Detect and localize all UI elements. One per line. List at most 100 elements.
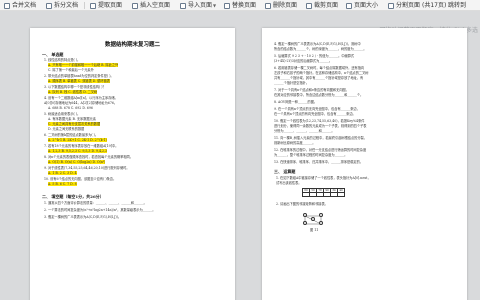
highlighted-text: A. 1,2,3 B. 9,5,2,3 C. 9,5,3 D. 9,4,2,3 bbox=[48, 149, 108, 153]
text-line: 为______，整个堆排序过程的时间复杂度为______。 bbox=[274, 153, 348, 157]
graph-figure bbox=[302, 212, 324, 226]
text-line: (3+4X)-2Y/3对应的后缀算式为______。 bbox=[274, 59, 333, 63]
text-line: 8. 对n个元素的表做顺序查找时，若查找每个元素的概率相同。 bbox=[44, 155, 133, 159]
text-line: 9. 在一个具有n个顶点的无向完全图中，包含有______条边， bbox=[274, 107, 360, 111]
graph-node bbox=[319, 221, 323, 225]
toolbar-divider bbox=[84, 2, 85, 9]
text-line: 11. 向一棵B_树插入元素的过程中，若最终引起树根结点的分裂， bbox=[274, 136, 367, 140]
text-line: 6. 若用链表存储一棵二叉树时，每个结点除数据域外，还有指向 bbox=[274, 66, 365, 70]
page-thumbnails-canvas[interactable]: 可拖动调整页面顺序，按住 Ctrl 多选 数据结构期末复习题二 一、 单选题 1… bbox=[0, 11, 480, 300]
page-size-icon bbox=[346, 2, 352, 9]
text-line: 在一个具有n个顶点的有向完全图中，包含有______条边。 bbox=[274, 112, 356, 116]
goto-page-button[interactable]: 跳转到 bbox=[448, 1, 466, 10]
page-toolbar: 合并文档 拆分文档 提取页面 插入空页面 导入页面 ▼ 替换页面 删除页面 裁剪… bbox=[0, 0, 480, 11]
text-line: 9. 对于线性表(7,34,55,25,64,46,20,10)进行散列存储时。 bbox=[44, 166, 130, 170]
text-line: 1. 通常从四个方面评价算法的质量：______、______、______和_… bbox=[44, 201, 147, 205]
text-line: C. 除了第一个和最后一个元素外 bbox=[48, 68, 94, 72]
section-heading: 二、 填空题（每空1分，共26分） bbox=[42, 194, 104, 199]
extract-icon bbox=[90, 2, 96, 9]
text-line: 2. 请画出下图的邻接矩阵和邻接表。 bbox=[276, 202, 328, 206]
crop-icon bbox=[306, 2, 312, 9]
page-count: (共17页) bbox=[422, 2, 447, 9]
text-line: 13. 在快速排序、堆排序、归并排序中，______排序是稳定的。 bbox=[274, 160, 363, 164]
table-cell bbox=[309, 192, 317, 197]
extract-pages-button[interactable]: 提取页面 bbox=[90, 1, 122, 10]
text-line: D. 元素之间无联系的数据 bbox=[48, 127, 85, 131]
split-document-button[interactable]: 拆分文档 bbox=[46, 1, 78, 10]
text-line: 10. 假定一个线性表为(12,23,74,55,63,40)，若按Key%4条… bbox=[274, 119, 365, 123]
insert-blank-page-button[interactable]: 插入空页面 bbox=[132, 1, 170, 10]
text-line: 分别为______、______、______和______。 bbox=[274, 129, 335, 133]
split-page-button[interactable]: 分割页面 bbox=[388, 1, 420, 10]
highlighted-text: A. 5 B. 6 C. 7 D. 8 bbox=[48, 182, 77, 186]
text-line: A. 顺序表 B. 单链表 C. 双链表 D. 循环链表 bbox=[48, 79, 110, 83]
highlighted-text: A. 1 B. 2 C. 3 D. 4 bbox=[48, 171, 77, 175]
table-cell bbox=[316, 192, 324, 197]
text-line: A. 688 B. 678 C. 692 D. 696 bbox=[48, 106, 93, 110]
text-line: 试写出该线性表。 bbox=[276, 181, 302, 185]
text-line: A. 有序数据元素 B. 无序数据元素 bbox=[48, 117, 96, 121]
split-icon bbox=[46, 2, 52, 9]
text-line: 1. 线性结构的特点是( )。 bbox=[44, 58, 81, 62]
import-icon bbox=[180, 2, 186, 9]
graph-node bbox=[303, 221, 307, 225]
page-thumbnail-1[interactable]: 数据结构期末复习题二 一、 单选题 1. 线性结构的特点是( )。 A. 只有唯… bbox=[30, 28, 235, 300]
import-page-dropdown[interactable]: 导入页面 ▼ bbox=[180, 1, 216, 10]
text-line: A. 队列 B. 栈 C. 线性表 D. 二叉树 bbox=[48, 90, 98, 94]
merge-icon bbox=[4, 2, 10, 9]
highlighted-text: A. 队列 B. 栈 C. 线性表 D. 二叉树 bbox=[48, 90, 98, 94]
replace-page-button[interactable]: 替换页面 bbox=[224, 1, 256, 10]
text-line: 5. 后缀算式 9 2 3 + - 10 2 / - 的值为______。中缀算… bbox=[274, 54, 355, 58]
text-line: 3. 以下数据结构中哪一个是非线性结构( )？ bbox=[44, 85, 106, 89]
chevron-down-icon: ▼ bbox=[213, 3, 217, 8]
text-line: 4. 假定一棵树的广义表表示为A(C,D(E,F,G),H(I,J))，则树中 bbox=[274, 42, 361, 46]
crop-page-button[interactable]: 裁剪页面 bbox=[306, 1, 338, 10]
text-line: 8. AOV网是一种______的图。 bbox=[274, 100, 318, 104]
text-line: 2. 带头结点的单链表head为空的判定条件是( )。 bbox=[44, 74, 114, 78]
text-line: C. 元素之间具有分支层次关系的数据 bbox=[48, 122, 101, 126]
text-line: 4. 设有一个二维数组A[m][n]，以行序为主序存储。 bbox=[44, 96, 118, 100]
text-line: 在其对应的邻接表中，所含边结点数分别为______和______个。 bbox=[274, 93, 364, 97]
replace-icon bbox=[224, 2, 230, 9]
text-line: 7. 若有18个元素的有序表存放在一维数组A[19]中。 bbox=[44, 144, 119, 148]
text-line: A. 只有唯一一个前驱和唯一一个后继 B. 除此之外 bbox=[48, 63, 119, 67]
text-line: 2. 一个算法的时间复杂度为(n³+n²log2n+14n)/n²，其数量级表示… bbox=[44, 208, 156, 212]
text-line: 3. 假定一棵树的广义表表示为A(C,D(E,F,G),H(I,J))。 bbox=[44, 215, 122, 219]
text-line: 12. 在堆排序的过程中，对任一分支结点进行筛运算的时间复杂度 bbox=[274, 148, 367, 152]
page-thumbnail-2[interactable]: 4. 假定一棵树的广义表表示为A(C,D(E,F,G),H(I,J))，则树中 … bbox=[262, 28, 467, 300]
page-size-button[interactable]: 页面大小 bbox=[346, 1, 378, 10]
data-table: 60 50 78 90 34 40 bbox=[302, 188, 345, 197]
table-cell bbox=[337, 192, 345, 197]
graph-node bbox=[319, 213, 323, 217]
text-line: 进行划分，使得同一余数的元素成为一个子表，则得到的四个子表 bbox=[274, 124, 367, 128]
highlighted-text: A. 只有唯一一个前驱和唯一一个后继 B. 除此之外 bbox=[48, 63, 119, 67]
text-line: 共有______个指针域，其中有______个指针域是存放了地址，有 bbox=[274, 76, 364, 80]
graph-node bbox=[311, 217, 315, 221]
text-line: 所含的结点数为______个，树的深度为______，树的度为______。 bbox=[274, 47, 367, 51]
delete-page-button[interactable]: 删除页面 bbox=[265, 1, 297, 10]
text-line: A. 5 B. 6 C. 7 D. 8 bbox=[48, 182, 77, 186]
section-heading: 三、 运算题 bbox=[274, 169, 296, 174]
text-line: A. O(1) B. O(n) C. O(log2n) D. O(n²) bbox=[48, 160, 106, 164]
highlighted-text: A. O(1) B. O(n) C. O(log2n) D. O(n²) bbox=[48, 160, 106, 164]
text-line: ______个指针是空指针。 bbox=[274, 81, 310, 85]
page-title: 数据结构期末复习题二 bbox=[104, 42, 160, 48]
text-line: A[0][0]存储地址为644，A[2][2]存储地址为676。 bbox=[44, 101, 118, 105]
highlighted-text: A. 2^k-1 B. 2K+1 C. 2K-1 D. 2^(k-1) bbox=[48, 138, 107, 142]
merge-document-button[interactable]: 合并文档 bbox=[4, 1, 36, 10]
delete-icon bbox=[265, 2, 271, 9]
text-line: 7. 对于一个具有n个结点和e条边的有向图和无向图， bbox=[274, 88, 349, 92]
figure-caption: 图 11 bbox=[310, 228, 319, 232]
text-line: 10. 设有6个结点的无向图，该图至少应有( )条边。 bbox=[44, 177, 117, 181]
highlighted-text: A. 顺序表 B. 单链表 C. 双链表 D. 循环链表 bbox=[48, 79, 110, 83]
highlighted-text: C. 元素之间具有分支层次关系的数据 bbox=[48, 122, 101, 126]
text-line: A. 1,2,3 B. 9,5,2,3 C. 9,5,3 D. 9,4,2,3 bbox=[48, 149, 108, 153]
insert-page-icon bbox=[132, 2, 138, 9]
text-line: 则新树比原树的高度______。 bbox=[274, 141, 316, 145]
table-cell bbox=[330, 192, 338, 197]
graph-node bbox=[303, 213, 307, 217]
split-page-icon bbox=[388, 2, 394, 9]
text-line: 左孩子和右孩子的两个指针。在这种存储结构中，n个结点的二叉树 bbox=[274, 71, 369, 75]
table-cell bbox=[302, 192, 310, 197]
text-line: 1. 在如下数组A中链接存储了一个线性表，表头指针为A[0].next， bbox=[276, 176, 371, 180]
